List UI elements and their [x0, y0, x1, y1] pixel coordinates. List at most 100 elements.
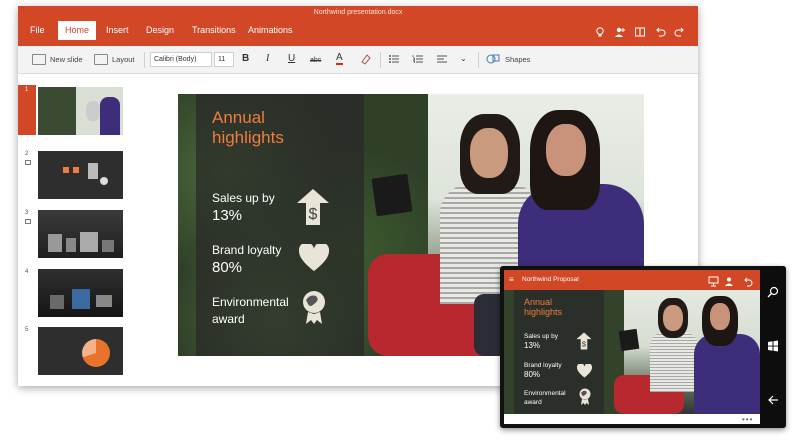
lightbulb-icon[interactable]	[594, 26, 606, 38]
highlight-item[interactable]: Sales up by 13%	[212, 190, 275, 224]
redo-icon[interactable]	[674, 26, 686, 38]
bold-button[interactable]: B	[242, 53, 249, 65]
thumbnail-number: 3	[25, 210, 29, 216]
tab-file[interactable]: File	[30, 25, 45, 35]
highlight-value: 80%	[524, 370, 541, 379]
thumbnail-device	[96, 295, 112, 307]
document-title: Northwind presentation.docx	[313, 9, 403, 16]
layout-icon[interactable]	[94, 54, 108, 65]
font-name-select[interactable]: Calibri (Body)	[150, 52, 212, 67]
underline-button[interactable]: U	[288, 53, 295, 65]
thumbnail-number: 1	[25, 87, 29, 93]
thumbnail-device	[80, 232, 98, 252]
thumbnail-device	[48, 234, 62, 252]
comment-icon	[25, 219, 31, 224]
thumbnail-device	[72, 289, 90, 309]
ribbon-divider	[144, 52, 145, 68]
bullets-icon[interactable]	[388, 53, 400, 69]
thumbnail-pie	[82, 339, 110, 367]
thumbnail-number: 4	[25, 269, 29, 275]
ribbon-home: New slide Layout Calibri (Body) 11 B I U…	[18, 46, 698, 74]
clear-format-icon[interactable]	[360, 53, 372, 69]
slide-thumbnail-1[interactable]	[38, 87, 123, 135]
italic-button[interactable]: I	[266, 53, 269, 65]
thumbnail-shape	[88, 163, 98, 179]
hamburger-menu-icon[interactable]: ≡	[509, 275, 514, 284]
highlight-value: award	[212, 312, 245, 326]
highlight-value: 13%	[212, 207, 243, 224]
dollar-arrow-icon: $	[576, 332, 592, 355]
phone-title-bar: ≡ Northwind Proposal	[504, 270, 760, 290]
slide-title[interactable]: Annual highlights	[212, 108, 284, 148]
thumbnail-shape	[73, 167, 79, 173]
tab-design[interactable]: Design	[146, 25, 174, 35]
thumbnail-device	[50, 295, 64, 309]
tab-animations[interactable]: Animations	[248, 25, 293, 35]
highlight-item: Environmental award	[524, 389, 566, 407]
person-right-face	[546, 124, 586, 176]
thumbnail-person	[100, 97, 120, 135]
shapes-button[interactable]: Shapes	[505, 55, 530, 64]
tablet-device	[371, 173, 413, 217]
chevron-down-icon[interactable]: ⌄	[460, 53, 467, 65]
tab-home[interactable]: Home	[58, 21, 97, 40]
slide-thumbnail-2[interactable]	[38, 151, 123, 199]
slide-title-line: highlights	[524, 307, 563, 317]
reading-view-icon[interactable]	[634, 26, 646, 38]
slide-thumbnail-pane: 1 2 3 4 5	[18, 75, 130, 386]
highlight-label: Brand loyalty	[212, 243, 282, 257]
phone-doc-title: Northwind Proposal	[522, 276, 579, 283]
phone-slide[interactable]: Annual highlights Sales up by 13% $ Bran…	[504, 290, 760, 414]
thumbnail-shape	[100, 177, 108, 185]
person-left-face	[470, 128, 508, 178]
numbering-icon[interactable]	[412, 53, 424, 69]
person-right-face	[710, 303, 730, 330]
comment-icon	[25, 160, 31, 165]
thumbnail-device	[66, 238, 76, 252]
font-color-button[interactable]: A	[336, 53, 343, 65]
highlight-label: Brand loyalty	[524, 362, 562, 369]
screenshot-composite: Northwind presentation.docx File Home In…	[0, 0, 794, 442]
svg-text:$: $	[309, 206, 318, 223]
slide-thumbnail-3[interactable]	[38, 210, 123, 258]
phone-slide-title: Annual highlights	[524, 297, 562, 317]
highlight-label: Environmental	[212, 295, 289, 309]
highlight-label: Environmental	[524, 390, 566, 397]
align-icon[interactable]	[436, 53, 448, 69]
tablet-device	[618, 328, 640, 352]
slide-thumbnail-5[interactable]	[38, 327, 123, 375]
slide-title-line: Annual	[524, 297, 553, 307]
slide-title-line: highlights	[212, 128, 284, 147]
person-left	[650, 332, 698, 392]
more-options-button[interactable]: •••	[742, 415, 753, 424]
title-bar: Northwind presentation.docx File Home In…	[18, 6, 698, 46]
slide-thumbnail-4[interactable]	[38, 269, 123, 317]
highlight-value: 80%	[212, 259, 243, 276]
highlight-label: Sales up by	[212, 191, 275, 205]
ribbon-divider	[478, 52, 479, 68]
thumbnail-person	[86, 101, 100, 121]
heart-icon	[576, 363, 593, 383]
new-slide-button[interactable]: New slide	[50, 55, 83, 64]
strikethrough-button[interactable]: abc	[310, 55, 321, 67]
phone-device: ≡ Northwind Proposal Annual highlights S…	[500, 266, 786, 428]
phone-screen: ≡ Northwind Proposal Annual highlights S…	[504, 270, 760, 424]
shapes-icon[interactable]	[486, 53, 500, 69]
highlight-item[interactable]: Brand loyalty 80%	[212, 242, 281, 276]
tab-insert[interactable]: Insert	[106, 25, 129, 35]
person-left-face	[663, 305, 683, 331]
thumbnail-number: 2	[25, 151, 29, 157]
search-icon[interactable]	[766, 286, 780, 300]
highlight-item[interactable]: Environmental award	[212, 294, 289, 328]
windows-start-icon[interactable]	[766, 340, 780, 354]
back-arrow-icon[interactable]	[766, 394, 780, 408]
new-slide-icon[interactable]	[32, 54, 46, 65]
layout-button[interactable]: Layout	[112, 55, 135, 64]
tab-transitions[interactable]: Transitions	[192, 25, 236, 35]
highlight-item: Sales up by 13%	[524, 332, 558, 350]
share-person-icon[interactable]	[614, 26, 626, 38]
undo-icon[interactable]	[654, 26, 666, 38]
thumbnail-number: 5	[25, 327, 29, 333]
slide-title-line: Annual	[212, 108, 265, 127]
font-size-select[interactable]: 11	[214, 52, 234, 67]
